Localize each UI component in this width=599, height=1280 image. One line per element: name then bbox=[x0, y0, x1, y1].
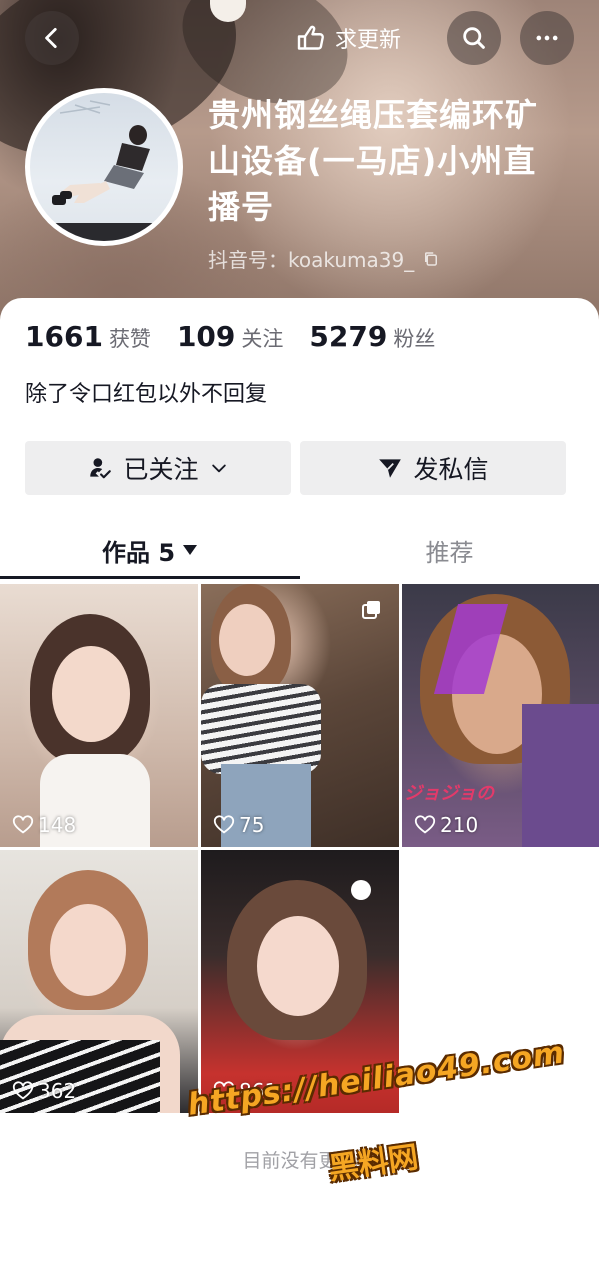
like-count-value: 210 bbox=[440, 813, 479, 837]
tab-works-label: 作品 5 bbox=[101, 538, 176, 567]
chevron-left-icon bbox=[45, 27, 57, 49]
stat-followers-value: 5279 bbox=[309, 320, 388, 353]
tab-works[interactable]: 作品 5 bbox=[0, 520, 299, 580]
like-count: 362 bbox=[12, 1079, 76, 1103]
profile-sheet: 1661 获赞 109 关注 5279 粉丝 除了令口红包以外不回复 已关注 发… bbox=[0, 298, 599, 1280]
search-button[interactable] bbox=[447, 11, 501, 65]
work-item[interactable]: 75 bbox=[201, 584, 399, 847]
douyin-id[interactable]: 抖音号：koakuma39_ bbox=[208, 244, 440, 273]
like-count-value: 148 bbox=[38, 813, 77, 837]
like-count: 75 bbox=[213, 813, 264, 837]
search-icon bbox=[463, 27, 485, 49]
bio-text: 除了令口红包以外不回复 bbox=[25, 382, 268, 407]
tab-active-indicator bbox=[0, 576, 300, 579]
tab-recommend[interactable]: 推荐 bbox=[300, 520, 599, 580]
multi-image-icon bbox=[362, 601, 380, 619]
request-update-button[interactable]: 求更新 bbox=[285, 14, 415, 62]
content-tabs: 作品 5 推荐 bbox=[0, 520, 599, 580]
hand-point-icon bbox=[297, 25, 324, 50]
more-button[interactable] bbox=[520, 11, 574, 65]
chevron-down-icon bbox=[211, 464, 226, 473]
stat-following-value: 109 bbox=[176, 320, 236, 353]
no-more-text: 目前没有更多 bbox=[242, 1150, 357, 1172]
work-item[interactable]: 362 bbox=[0, 850, 198, 1113]
thumbnail-face bbox=[52, 646, 130, 742]
send-message-label: 发私信 bbox=[413, 455, 489, 484]
caret-down-icon bbox=[183, 545, 198, 555]
back-button[interactable] bbox=[25, 11, 79, 65]
profile-name: 贵州钢丝绳压套编环矿山设备(一马店)小州直播号 bbox=[208, 96, 539, 226]
send-icon bbox=[379, 459, 402, 478]
request-update-label: 求更新 bbox=[335, 28, 402, 53]
stats-row: 1661 获赞 109 关注 5279 粉丝 bbox=[25, 320, 461, 353]
thumbnail-top bbox=[201, 684, 321, 774]
stat-likes-label: 获赞 bbox=[108, 327, 151, 351]
thumbnail-logo: ジョジョの bbox=[404, 783, 494, 804]
thumbnail-face bbox=[50, 904, 126, 996]
user-check-icon bbox=[90, 458, 112, 479]
douyin-id-text: 抖音号：koakuma39_ bbox=[208, 248, 415, 272]
stat-followers[interactable]: 5279 粉丝 bbox=[309, 320, 435, 353]
thumbnail-clothes bbox=[522, 704, 599, 847]
heart-icon bbox=[213, 815, 235, 834]
following-label: 已关注 bbox=[123, 455, 199, 484]
like-count: 210 bbox=[414, 813, 478, 837]
following-button[interactable]: 已关注 bbox=[25, 441, 291, 495]
rabbit-sticker-icon bbox=[351, 880, 371, 900]
like-count-value: 362 bbox=[38, 1079, 77, 1103]
stat-followers-label: 粉丝 bbox=[393, 327, 436, 351]
stat-likes-value: 1661 bbox=[25, 320, 103, 353]
thumbnail-face bbox=[257, 916, 339, 1016]
copy-icon[interactable] bbox=[422, 250, 440, 268]
stat-likes[interactable]: 1661 获赞 bbox=[25, 320, 151, 353]
heart-icon bbox=[414, 815, 436, 834]
tab-recommend-label: 推荐 bbox=[425, 538, 474, 567]
thumbnail-face bbox=[219, 604, 275, 676]
heart-icon bbox=[12, 1081, 34, 1100]
more-dots-icon bbox=[536, 35, 558, 41]
avatar[interactable] bbox=[25, 88, 183, 246]
stat-following-label: 关注 bbox=[241, 327, 284, 351]
heart-icon bbox=[12, 815, 34, 834]
like-count-value: 75 bbox=[239, 813, 265, 837]
avatar-image bbox=[30, 93, 178, 241]
stat-following[interactable]: 109 关注 bbox=[177, 320, 283, 353]
send-message-button[interactable]: 发私信 bbox=[300, 441, 566, 495]
work-item[interactable]: 148 bbox=[0, 584, 198, 847]
like-count: 148 bbox=[12, 813, 76, 837]
profile-banner: 求更新 贵州钢丝绳压套编环矿山设备(一马店)小州直播号 抖音号：koakuma3… bbox=[0, 0, 599, 330]
work-item[interactable]: ジョジョの 210 bbox=[402, 584, 599, 847]
